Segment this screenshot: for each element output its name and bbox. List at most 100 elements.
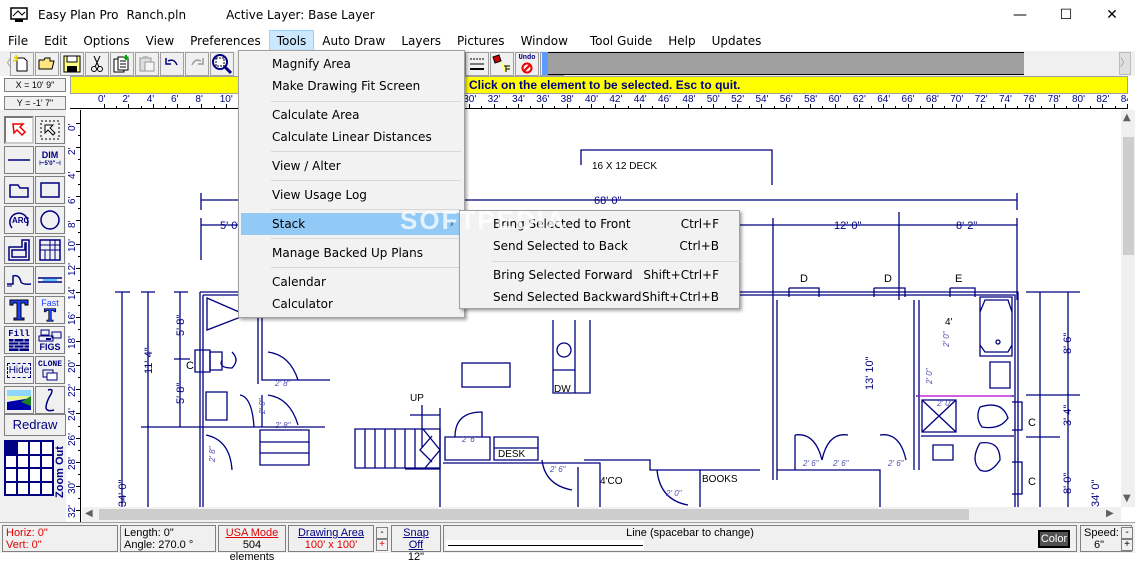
zoom-cell[interactable] (5, 441, 17, 455)
menu-item-stack[interactable]: Stack › (241, 213, 462, 235)
menu-file[interactable]: File (0, 30, 36, 51)
rectangle-tool[interactable] (35, 176, 65, 204)
curve-tool[interactable] (4, 266, 34, 294)
zoom-cell[interactable] (17, 468, 29, 482)
snap-toggle[interactable]: Snap Off (395, 527, 437, 551)
menu-pictures[interactable]: Pictures (449, 30, 513, 51)
zoom-cell[interactable] (29, 468, 41, 482)
circle-tool[interactable] (35, 206, 65, 234)
speed-plus-button[interactable]: + (1121, 539, 1133, 551)
zoom-cell[interactable] (17, 454, 29, 468)
cabinet-tool[interactable] (35, 236, 65, 264)
menu-preferences[interactable]: Preferences (182, 30, 269, 51)
fill-tool[interactable]: Fill (4, 326, 34, 354)
line-tool[interactable] (4, 146, 34, 174)
new-file-button[interactable] (10, 52, 34, 76)
zoom-cell[interactable] (5, 454, 17, 468)
zoom-cell[interactable] (5, 481, 17, 495)
picture-tool[interactable] (4, 386, 34, 414)
select-tool[interactable] (4, 116, 34, 144)
menu-help[interactable]: Help (660, 30, 703, 51)
scroll-down-icon[interactable]: ▼ (1123, 493, 1131, 504)
scroll-left-icon[interactable]: ◀ (85, 508, 93, 519)
menu-tool-guide[interactable]: Tool Guide (582, 30, 660, 51)
horizontal-scrollbar[interactable]: ◀ ▶ (82, 507, 1121, 522)
speed-minus-button[interactable]: - (1121, 527, 1133, 539)
menu-item-fit-screen[interactable]: Make Drawing Fit Screen (241, 75, 462, 97)
zoom-grid[interactable] (4, 440, 54, 496)
menu-item-view-alter[interactable]: View / Alter (241, 155, 462, 177)
window-tool[interactable] (35, 266, 65, 294)
scroll-right-icon[interactable]: ▶ (1106, 508, 1114, 519)
line-style-button[interactable] (465, 52, 489, 76)
vertical-scrollbar[interactable]: ▲ ▼ (1121, 110, 1135, 507)
menu-edit[interactable]: Edit (36, 30, 75, 51)
zoom-area-button[interactable] (210, 52, 234, 76)
clone-tool[interactable]: CLONE (35, 356, 65, 384)
color-button[interactable]: Color (1038, 530, 1070, 548)
arc-tool[interactable]: ARC (4, 206, 34, 234)
menu-item-linear-distances[interactable]: Calculate Linear Distances (241, 126, 462, 148)
zoom-cell[interactable] (41, 454, 53, 468)
zoom-cell[interactable] (5, 468, 17, 482)
zoom-cell[interactable] (41, 481, 53, 495)
menu-item-send-to-back[interactable]: Send Selected to Back Ctrl+B (462, 235, 737, 257)
vertical-scroll-thumb[interactable] (1123, 137, 1134, 255)
drawing-area-link[interactable]: Drawing Area (292, 527, 370, 539)
maximize-button[interactable]: ☐ (1043, 0, 1089, 30)
minimize-button[interactable]: — (997, 0, 1043, 30)
ruler-tick (76, 244, 80, 245)
menu-auto-draw[interactable]: Auto Draw (314, 30, 393, 51)
room-tool[interactable] (4, 176, 34, 204)
menu-item-magnify-area[interactable]: Magnify Area (241, 53, 462, 75)
zoom-cell[interactable] (41, 441, 53, 455)
redraw-button[interactable]: Redraw (4, 414, 66, 436)
usa-mode-link[interactable]: USA Mode (222, 527, 282, 539)
menu-item-bring-to-front[interactable]: Bring Selected to Front Ctrl+F (462, 213, 737, 235)
menu-item-bring-forward[interactable]: Bring Selected Forward Shift+Ctrl+F (462, 264, 737, 286)
menu-window[interactable]: Window (513, 30, 576, 51)
zoom-cell[interactable] (17, 481, 29, 495)
hide-tool[interactable]: Hide (4, 356, 34, 384)
box-select-tool[interactable] (35, 116, 65, 144)
zoom-cell[interactable] (41, 468, 53, 482)
cut-button[interactable] (85, 52, 109, 76)
text-tool[interactable] (4, 296, 34, 324)
toolbar-scroll-right[interactable]: 〉 (1119, 52, 1131, 75)
menu-item-usage-log[interactable]: View Usage Log (241, 184, 462, 206)
menu-view[interactable]: View (138, 30, 182, 51)
zoom-cell[interactable] (29, 441, 41, 455)
menu-layers[interactable]: Layers (393, 30, 449, 51)
area-minus-button[interactable]: - (376, 527, 388, 539)
menu-item-send-backward[interactable]: Send Selected Backward Shift+Ctrl+B (462, 286, 737, 308)
dimension-tool[interactable]: DIM ⊢5'0"⊣ (35, 146, 65, 174)
menu-options[interactable]: Options (75, 30, 137, 51)
zoom-cell[interactable] (17, 441, 29, 455)
freehand-tool[interactable] (35, 386, 65, 414)
fast-text-tool[interactable]: Fast (35, 296, 65, 324)
undo-delete-button[interactable]: Undo (515, 52, 539, 76)
menu-item-calculate-area[interactable]: Calculate Area (241, 104, 462, 126)
toolbar-scroll-left[interactable]: 〈 (0, 52, 12, 75)
menu-item-backed-up-plans[interactable]: Manage Backed Up Plans (241, 242, 462, 264)
paste-special-button[interactable] (110, 52, 134, 76)
save-button[interactable] (60, 52, 84, 76)
paste-button[interactable] (135, 52, 159, 76)
horizontal-scroll-thumb[interactable] (99, 509, 969, 520)
zoom-cell[interactable] (29, 454, 41, 468)
area-plus-button[interactable]: + (376, 539, 388, 551)
redo-button[interactable] (185, 52, 209, 76)
menu-item-calculator[interactable]: Calculator (241, 293, 462, 315)
figures-tool[interactable]: FIGS (35, 326, 65, 354)
undo-button[interactable] (160, 52, 184, 76)
wall-tool[interactable] (4, 236, 34, 264)
zoom-out-button[interactable]: Zoom Out (54, 446, 66, 498)
menu-updates[interactable]: Updates (704, 30, 770, 51)
zoom-cell[interactable] (29, 481, 41, 495)
open-button[interactable] (35, 52, 59, 76)
close-button[interactable]: ✕ (1089, 0, 1135, 30)
menu-tools[interactable]: Tools (268, 30, 315, 51)
scroll-up-icon[interactable]: ▲ (1123, 112, 1131, 123)
spotlight-select-button[interactable] (490, 52, 514, 76)
menu-item-calendar[interactable]: Calendar (241, 271, 462, 293)
